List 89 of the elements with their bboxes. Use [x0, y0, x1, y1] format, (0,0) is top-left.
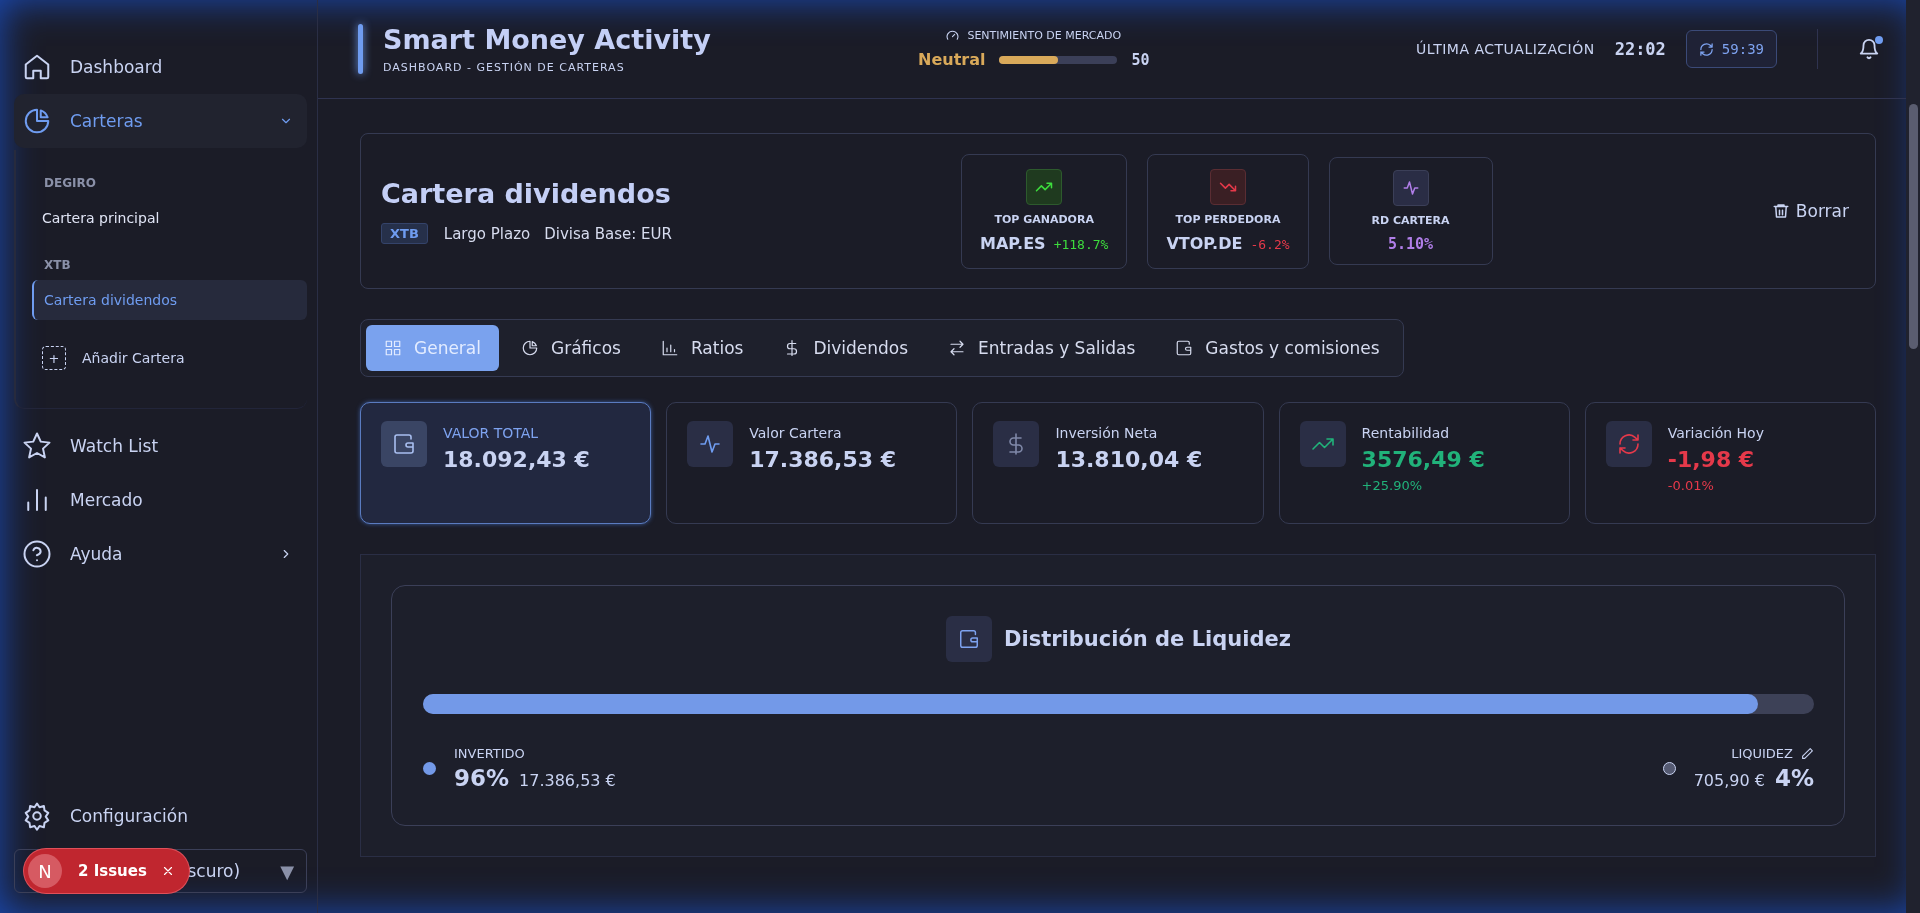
sentiment-label: SENTIMIENTO DE MERCADO — [967, 29, 1122, 42]
cash-percent: 4% — [1774, 765, 1814, 791]
invested-amount: 17.386,53 € — [519, 771, 616, 790]
swap-arrows-icon — [948, 339, 967, 357]
legend-label: INVERTIDO — [454, 746, 526, 761]
stat-label: Rentabilidad — [1361, 425, 1451, 441]
highlight-value: -6.2% — [1250, 237, 1290, 252]
pencil-icon[interactable] — [1801, 747, 1814, 760]
highlight-label: TOP PERDEDORA — [1175, 213, 1281, 226]
portfolio-name: Cartera dividendos — [381, 178, 672, 209]
tab[interactable]: Gastos y comisiones — [1157, 325, 1398, 371]
wallet-icon — [392, 432, 416, 456]
pie-chart-icon — [521, 339, 539, 357]
scrollbar[interactable] — [1906, 0, 1920, 913]
highlight-label: TOP GANADORA — [994, 213, 1094, 226]
notifications-button[interactable] — [1858, 38, 1880, 60]
delete-button[interactable]: Borrar — [1765, 200, 1855, 222]
wallet-icon — [958, 628, 981, 650]
sentiment-reading: 50 — [1131, 50, 1150, 69]
legend-label: LIQUIDEZ — [1731, 746, 1793, 761]
broker-heading: DEGIRO — [43, 175, 97, 192]
nav-item[interactable]: Carteras — [14, 94, 307, 148]
stat-change: +25.90% — [1361, 478, 1424, 493]
trend-up-icon — [1026, 169, 1063, 205]
legend-dot — [423, 762, 436, 775]
stat-label: Valor Cartera — [749, 425, 843, 441]
star-icon — [22, 431, 52, 461]
tab[interactable]: Ratios — [642, 325, 762, 371]
pulse-line-icon — [698, 432, 723, 456]
logo-icon: N — [28, 854, 62, 888]
stat-value: 17.386,53 € — [749, 447, 897, 472]
update-label: ÚLTIMA ACTUALIZACIÓN — [1416, 41, 1595, 57]
highlight-label: RD CARTERA — [1371, 213, 1450, 227]
refresh-icon — [1698, 41, 1714, 57]
grid-icon — [384, 339, 402, 357]
portfolio-link[interactable]: Cartera dividendos — [32, 280, 307, 320]
highlight-value: +118.7% — [1053, 237, 1109, 252]
portfolio-tag: Largo Plazo — [443, 224, 531, 243]
stat-card[interactable]: VALOR TOTAL 18.092,43 € — [360, 402, 652, 524]
tab[interactable]: Dividendos — [765, 325, 927, 371]
nav-item[interactable]: Watch List — [14, 419, 307, 473]
liquidity-title: Distribución de Liquidez — [1004, 627, 1291, 651]
stat-card[interactable]: Valor Cartera 17.386,53 € — [666, 402, 958, 524]
portfolio-link[interactable]: Cartera principal — [32, 198, 307, 238]
stat-card[interactable]: Inversión Neta 13.810,04 € — [972, 402, 1264, 524]
app-subtitle: DASHBOARD - GESTIÓN DE CARTERAS — [383, 61, 626, 74]
broker-tag: XTB — [381, 223, 428, 244]
add-icon[interactable]: + — [42, 346, 66, 370]
bar-chart-icon — [660, 339, 679, 357]
bell-icon — [1858, 38, 1880, 60]
stat-label: VALOR TOTAL — [443, 425, 540, 441]
portfolio-tag: Divisa Base: EUR — [544, 224, 672, 243]
issues-toast[interactable]: N 2 Issues — [24, 849, 189, 893]
tab[interactable]: Gráficos — [503, 325, 639, 371]
stat-value: 18.092,43 € — [443, 447, 590, 472]
stat-change: -0.01% — [1667, 478, 1715, 493]
app-title: Smart Money Activity — [383, 24, 711, 55]
pie-chart-icon — [22, 106, 52, 136]
trend-down-icon — [1210, 169, 1246, 205]
legend-dot — [1662, 762, 1676, 775]
stat-card[interactable]: Variación Hoy -1,98 € -0.01% — [1584, 402, 1876, 524]
cash-amount: 705,90 € — [1693, 771, 1765, 790]
add-portfolio-link[interactable]: Añadir Cartera — [82, 350, 185, 366]
invested-percent: 96% — [454, 765, 510, 791]
ticker: VTOP.DE — [1166, 234, 1243, 253]
highlight-value: 5.10% — [1387, 234, 1434, 253]
tab[interactable]: Entradas y Salidas — [930, 325, 1154, 371]
nav-item[interactable]: Mercado — [14, 473, 307, 527]
stat-card[interactable]: Rentabilidad 3576,49 € +25.90% — [1278, 402, 1570, 524]
trash-icon — [1771, 202, 1790, 220]
stat-label: Inversión Neta — [1055, 425, 1159, 441]
stat-value: 13.810,04 € — [1055, 447, 1203, 472]
settings-item[interactable]: Configuración — [14, 789, 307, 843]
update-time: 22:02 — [1614, 39, 1666, 59]
wallet-icon — [1175, 339, 1194, 357]
house-icon — [22, 52, 52, 82]
refresh-icon — [1616, 432, 1641, 456]
help-icon — [22, 539, 52, 569]
refresh-countdown-button[interactable]: 59:39 — [1685, 30, 1777, 68]
stat-label: Variación Hoy — [1667, 425, 1764, 441]
gauge-icon — [946, 29, 960, 42]
nav-item[interactable]: Dashboard — [14, 40, 307, 94]
stat-value: -1,98 € — [1667, 447, 1756, 472]
settings-icon — [22, 801, 52, 831]
stat-value: 3576,49 € — [1361, 447, 1485, 472]
nav-item[interactable]: Ayuda — [14, 527, 307, 581]
broker-heading: XTB — [43, 257, 72, 274]
ticker: MAP.ES — [980, 234, 1046, 253]
sentiment-value: Neutral — [918, 50, 986, 69]
